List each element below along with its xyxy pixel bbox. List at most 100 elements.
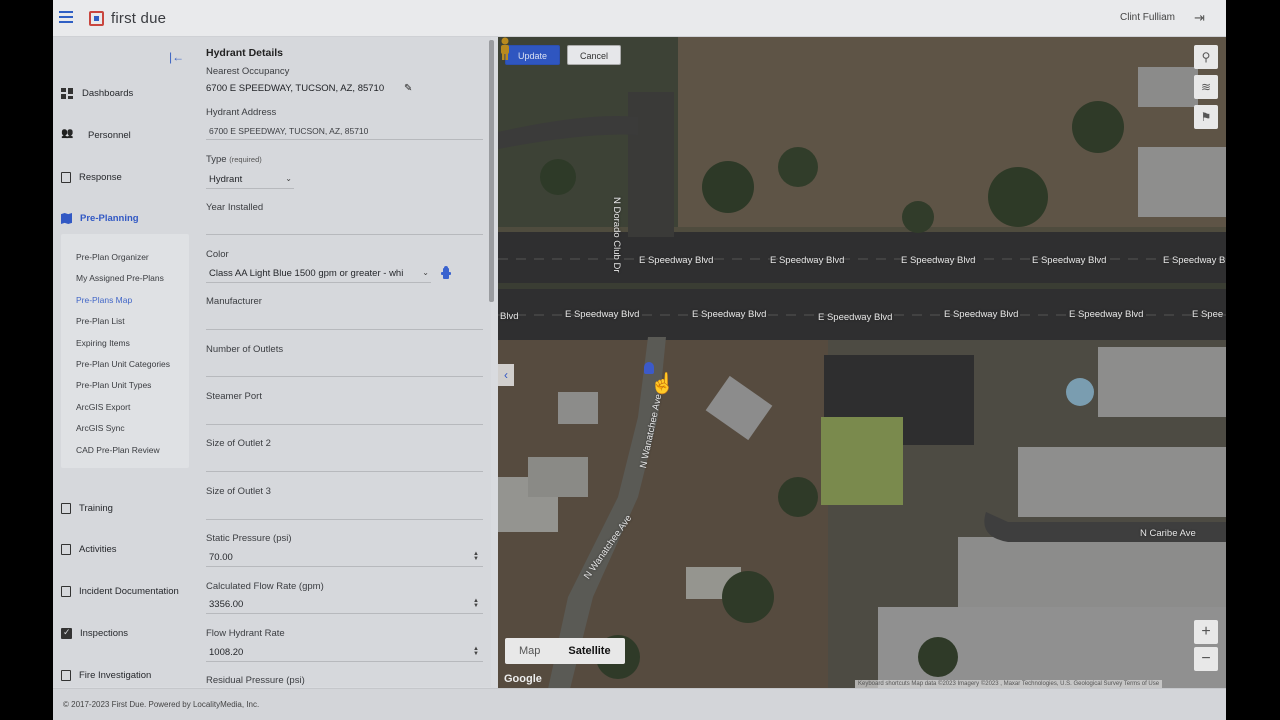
type-select[interactable]: Hydrant ⌄: [206, 171, 294, 189]
nav-label: Personnel: [88, 130, 131, 141]
submenu-my-assigned-pre-plans[interactable]: My Assigned Pre-Plans: [76, 273, 164, 283]
flag-icon[interactable]: ⚑: [1194, 105, 1218, 129]
update-button[interactable]: Update: [505, 45, 561, 65]
map-type-map-button[interactable]: Map: [505, 638, 554, 664]
footer: © 2017-2023 First Due. Powered by Locali…: [53, 688, 1226, 720]
hierarchy-icon[interactable]: ⚲: [1194, 45, 1218, 69]
checkbox-icon: [61, 627, 72, 639]
training-icon: [61, 503, 71, 514]
required-note: (required): [229, 155, 262, 164]
investigation-icon: [61, 670, 71, 681]
road-label: E Speedway B: [1163, 255, 1226, 266]
year-installed-label: Year Installed: [206, 202, 264, 213]
submenu-arcgis-sync[interactable]: ArcGIS Sync: [76, 423, 125, 433]
logout-icon[interactable]: ⇥: [1194, 11, 1208, 25]
nav-label: Response: [79, 172, 122, 183]
road-label: E Speedway Blvd: [1069, 309, 1144, 320]
type-select-value: Hydrant: [209, 174, 243, 185]
nav-item-dashboards[interactable]: Dashboards: [61, 88, 133, 99]
activities-icon: [61, 544, 71, 555]
map-icon: [61, 213, 72, 224]
nearest-occupancy-label: Nearest Occupancy: [206, 66, 290, 77]
map-type-satellite-button[interactable]: Satellite: [554, 638, 624, 664]
submenu-pre-plan-list[interactable]: Pre-Plan List: [76, 316, 125, 326]
residual-pressure-label: Residual Pressure (psi): [206, 675, 305, 686]
outlets-input[interactable]: [206, 359, 483, 377]
outlet3-label: Size of Outlet 3: [206, 486, 271, 497]
calc-flow-input[interactable]: 3356.00 ▲ ▼: [206, 596, 483, 614]
collapse-sidebar-icon[interactable]: |←: [169, 50, 184, 64]
nav-label: Training: [79, 503, 113, 514]
submenu-pre-plan-unit-types[interactable]: Pre-Plan Unit Types: [76, 380, 151, 390]
edit-pencil-icon[interactable]: ✎: [404, 83, 412, 94]
chevron-left-icon[interactable]: ‹: [498, 364, 514, 386]
flow-hydrant-value: 1008.20: [209, 647, 244, 658]
nav-label: Fire Investigation: [79, 670, 152, 681]
road-label: E Spee: [1192, 309, 1224, 320]
road-label: N Caribe Ave: [1140, 528, 1196, 539]
nav-item-fire-investigation[interactable]: Fire Investigation: [61, 670, 151, 681]
stepper-icon[interactable]: ▲ ▼: [473, 646, 479, 657]
layers-icon[interactable]: ≋: [1194, 75, 1218, 99]
color-select[interactable]: Class AA Light Blue 1500 gpm or greater …: [206, 265, 431, 283]
nav-item-activities[interactable]: Activities: [61, 544, 116, 555]
form-scrollbar[interactable]: [489, 40, 494, 302]
road-label: N Dorado Club Dr: [611, 197, 622, 273]
stepper-icon[interactable]: ▲ ▼: [473, 551, 479, 562]
type-label-text: Type: [206, 154, 227, 165]
road-label: E Speedway Blvd: [818, 312, 893, 323]
menu-icon[interactable]: [59, 11, 73, 23]
nav-item-response[interactable]: Response: [61, 172, 122, 183]
dashboard-icon: [61, 88, 74, 99]
submenu-pre-plan-unit-categories[interactable]: Pre-Plan Unit Categories: [76, 359, 170, 369]
year-installed-input[interactable]: [206, 217, 483, 235]
submenu-pre-plan-organizer[interactable]: Pre-Plan Organizer: [76, 252, 149, 262]
user-name[interactable]: Clint Fulliam: [1120, 12, 1175, 23]
flow-hydrant-input[interactable]: 1008.20 ▲ ▼: [206, 644, 483, 662]
manufacturer-input[interactable]: [206, 312, 483, 330]
steamer-input[interactable]: [206, 407, 483, 425]
google-logo: Google: [504, 673, 542, 685]
nav-label: Incident Documentation: [79, 586, 179, 597]
top-bar: first due Clint Fulliam ⇥: [53, 0, 1226, 37]
nav-item-training[interactable]: Training: [61, 503, 113, 514]
hydrant-address-label: Hydrant Address: [206, 107, 277, 118]
map-attribution[interactable]: Keyboard shortcuts Map data ©2023 Imager…: [855, 680, 1163, 688]
calc-flow-label: Calculated Flow Rate (gpm): [206, 581, 324, 592]
cancel-button[interactable]: Cancel: [567, 45, 622, 65]
type-label: Type (required): [206, 154, 262, 165]
satellite-map[interactable]: Update Cancel E Speedway Blvd E Speedway…: [498, 37, 1226, 689]
flow-hydrant-label: Flow Hydrant Rate: [206, 628, 285, 639]
zoom-in-button[interactable]: +: [1194, 620, 1218, 644]
calc-flow-value: 3356.00: [209, 599, 244, 610]
street-view-pegman-icon[interactable]: [498, 37, 512, 61]
zoom-out-button[interactable]: −: [1194, 647, 1218, 671]
outlet3-input[interactable]: [206, 502, 483, 520]
submenu-arcgis-export[interactable]: ArcGIS Export: [76, 402, 130, 412]
hydrant-address-input[interactable]: [206, 122, 483, 140]
people-icon: [61, 130, 74, 141]
submenu-pre-plans-map[interactable]: Pre-Plans Map: [76, 295, 132, 305]
nav-item-pre-planning[interactable]: Pre-Planning: [61, 213, 139, 224]
outlet2-input[interactable]: [206, 454, 483, 472]
nav-item-personnel[interactable]: Personnel: [61, 130, 131, 141]
manufacturer-label: Manufacturer: [206, 296, 262, 307]
static-pressure-label: Static Pressure (psi): [206, 533, 292, 544]
outlet2-label: Size of Outlet 2: [206, 438, 271, 449]
outlets-label: Number of Outlets: [206, 344, 284, 355]
road-label: E Speedway Blvd: [944, 309, 1019, 320]
logo-text: first due: [111, 10, 167, 27]
nav-item-inspections[interactable]: Inspections: [61, 627, 128, 639]
map-imagery: [498, 37, 1226, 689]
submenu-cad-pre-plan-review[interactable]: CAD Pre-Plan Review: [76, 445, 160, 455]
nav-label: Dashboards: [82, 88, 134, 99]
nav-item-incident-documentation[interactable]: Incident Documentation: [61, 586, 179, 597]
stepper-icon[interactable]: ▲ ▼: [473, 598, 479, 609]
submenu-expiring-items[interactable]: Expiring Items: [76, 338, 130, 348]
pre-planning-submenu: Pre-Plan Organizer My Assigned Pre-Plans…: [61, 234, 189, 468]
left-nav: |← Dashboards Personnel Response Pre-Pla…: [53, 37, 201, 687]
road-label: E Speedway Blvd: [770, 255, 845, 266]
road-label: E Speedway Blvd: [692, 309, 767, 320]
road-label: Blvd: [500, 311, 519, 322]
static-pressure-input[interactable]: 70.00 ▲ ▼: [206, 549, 483, 567]
